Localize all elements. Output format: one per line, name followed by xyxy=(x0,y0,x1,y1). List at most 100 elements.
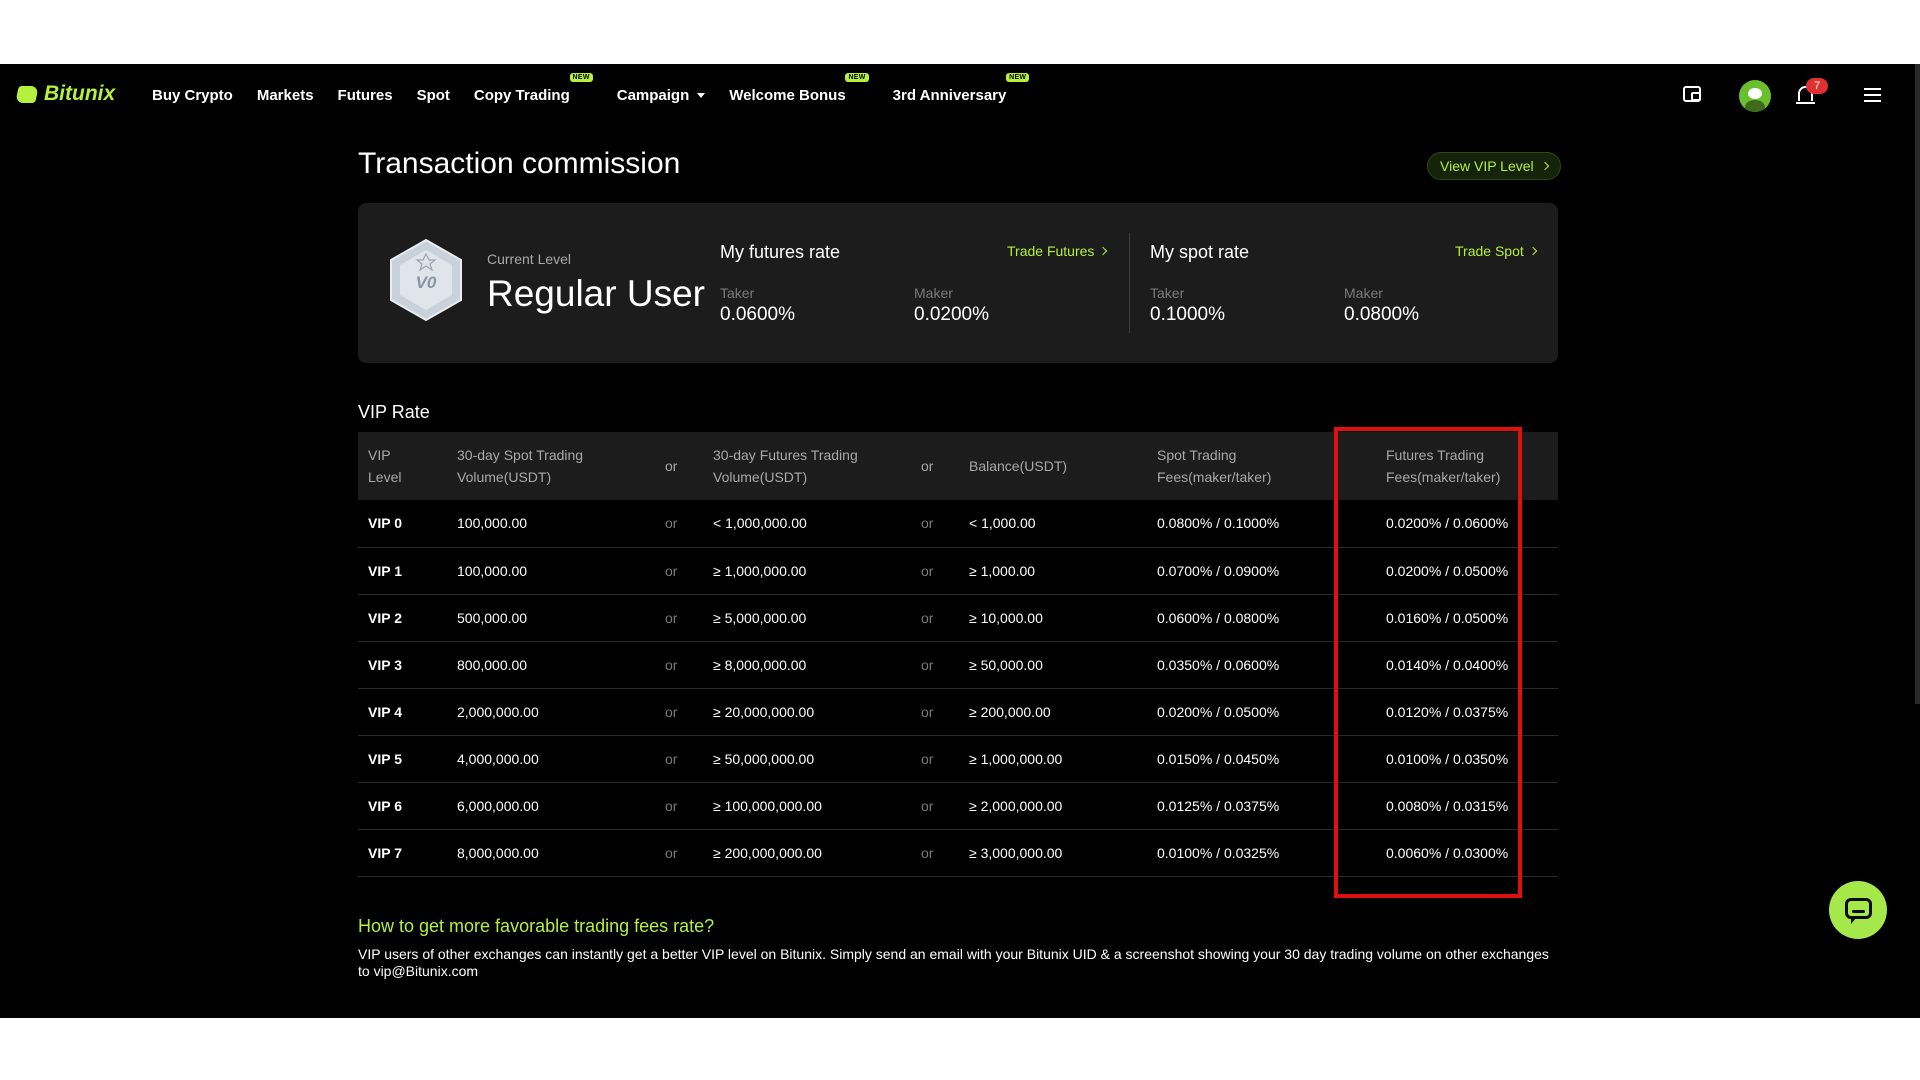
nav-item-buy-crypto[interactable]: Buy Crypto xyxy=(152,87,233,104)
header-futures-fees: Futures Trading Fees(maker/taker) xyxy=(1356,432,1558,500)
badge-text: V0 xyxy=(416,273,437,292)
nav-item-label: Futures xyxy=(337,86,393,104)
nav-item-spot[interactable]: Spot xyxy=(417,87,450,104)
cell-spot-fees: 0.0150% / 0.0450% xyxy=(1147,735,1356,783)
chat-support-button[interactable] xyxy=(1829,881,1887,939)
current-level-label: Current Level xyxy=(487,251,572,267)
futures-taker-value: 0.0600% xyxy=(720,304,796,325)
cell-spot-volume: 800,000.00 xyxy=(447,641,655,689)
cell-spot-fees: 0.0800% / 0.1000% xyxy=(1147,500,1356,548)
cell-or: or xyxy=(655,735,703,783)
new-badge: NEW xyxy=(569,72,593,82)
cell-futures-volume: ≥ 8,000,000.00 xyxy=(703,641,911,689)
trade-spot-link[interactable]: Trade Spot xyxy=(1455,243,1537,259)
scrollbar[interactable] xyxy=(1915,64,1920,704)
cell-or: or xyxy=(655,829,703,877)
my-rate-card: V0 Current Level Regular User My futures… xyxy=(358,203,1558,363)
header-spot-volume: 30-day Spot Trading Volume(USDT) xyxy=(447,432,655,500)
cell-futures-volume: ≥ 20,000,000.00 xyxy=(703,688,911,736)
nav-item-3rd-anniversary[interactable]: 3rd Anniversary NEW xyxy=(892,72,1030,104)
spot-rate-title: My spot rate xyxy=(1150,242,1250,262)
cell-level: VIP 1 xyxy=(358,547,447,595)
table-row: VIP 6 6,000,000.00 or ≥ 100,000,000.00 o… xyxy=(358,782,1558,830)
menu-icon[interactable] xyxy=(1864,88,1881,102)
nav-item-label: Welcome Bonus xyxy=(729,86,846,104)
cell-balance: ≥ 10,000.00 xyxy=(959,594,1147,642)
page-title: Transaction commission xyxy=(358,147,681,180)
nav-item-welcome-bonus[interactable]: Welcome Bonus NEW xyxy=(729,72,869,104)
vip-rate-table: VIP Level 30-day Spot Trading Volume(USDT)… xyxy=(358,432,1558,877)
cell-futures-fees: 0.0200% / 0.0500% xyxy=(1356,547,1558,595)
cell-or: or xyxy=(911,547,959,595)
nav-links: Buy Crypto Markets Futures Spot Copy Tra… xyxy=(152,64,1030,126)
trade-spot-label: Trade Spot xyxy=(1455,243,1524,259)
cell-futures-fees: 0.0140% / 0.0400% xyxy=(1356,641,1558,689)
table-row: VIP 7 8,000,000.00 or ≥ 200,000,000.00 o… xyxy=(358,829,1558,877)
cell-spot-volume: 8,000,000.00 xyxy=(447,829,655,877)
cell-or: or xyxy=(911,782,959,830)
nav-item-futures[interactable]: Futures xyxy=(338,87,393,104)
spot-maker-label: Maker xyxy=(1344,285,1383,301)
nav-item-campaign[interactable]: Campaign xyxy=(617,87,706,104)
cell-spot-volume: 2,000,000.00 xyxy=(447,688,655,736)
tip-title: How to get more favorable trading fees r… xyxy=(358,916,715,936)
cell-balance: ≥ 1,000.00 xyxy=(959,547,1147,595)
cell-level: VIP 2 xyxy=(358,594,447,642)
view-vip-level-button[interactable]: View VIP Level xyxy=(1427,152,1561,180)
cell-futures-fees: 0.0100% / 0.0350% xyxy=(1356,735,1558,783)
cell-or: or xyxy=(655,688,703,736)
table-row: VIP 1 100,000.00 or ≥ 1,000,000.00 or ≥ … xyxy=(358,547,1558,595)
cell-spot-volume: 100,000.00 xyxy=(447,500,655,548)
cell-or: or xyxy=(655,782,703,830)
nav-item-markets[interactable]: Markets xyxy=(257,87,314,104)
nav-item-label: 3rd Anniversary xyxy=(892,86,1007,104)
avatar[interactable] xyxy=(1739,80,1771,112)
cell-futures-volume: ≥ 200,000,000.00 xyxy=(703,829,911,877)
chevron-right-icon xyxy=(1528,246,1537,256)
cell-or: or xyxy=(911,829,959,877)
header-vip-level: VIP Level xyxy=(358,432,447,500)
cell-futures-fees: 0.0060% / 0.0300% xyxy=(1356,829,1558,877)
new-badge: NEW xyxy=(1006,72,1030,82)
cell-balance: ≥ 2,000,000.00 xyxy=(959,782,1147,830)
chat-icon xyxy=(1845,898,1872,924)
cell-balance: ≥ 200,000.00 xyxy=(959,688,1147,736)
cell-futures-volume: < 1,000,000.00 xyxy=(703,500,911,548)
cell-or: or xyxy=(911,641,959,689)
cell-balance: ≥ 50,000.00 xyxy=(959,641,1147,689)
cell-spot-fees: 0.0700% / 0.0900% xyxy=(1147,547,1356,595)
futures-rate-title: My futures rate xyxy=(720,242,841,262)
tip-text: VIP users of other exchanges can instant… xyxy=(358,946,1549,979)
nav-item-label: Markets xyxy=(256,86,314,104)
cell-level: VIP 0 xyxy=(358,500,447,548)
nav-item-copy-trading[interactable]: Copy Trading NEW xyxy=(474,72,593,104)
cell-or: or xyxy=(911,594,959,642)
top-navbar: Bitunix Buy Crypto Markets Futures Spot … xyxy=(0,64,1920,126)
cell-futures-volume: ≥ 5,000,000.00 xyxy=(703,594,911,642)
cell-spot-fees: 0.0125% / 0.0375% xyxy=(1147,782,1356,830)
cell-level: VIP 3 xyxy=(358,641,447,689)
cell-spot-fees: 0.0200% / 0.0500% xyxy=(1147,688,1356,736)
cell-spot-volume: 500,000.00 xyxy=(447,594,655,642)
logo-mark-icon xyxy=(15,85,39,103)
trade-futures-link[interactable]: Trade Futures xyxy=(1007,243,1108,259)
table-header-row: VIP Level 30-day Spot Trading Volume(USDT)… xyxy=(358,432,1558,500)
cell-or: or xyxy=(911,500,959,548)
table-row: VIP 5 4,000,000.00 or ≥ 50,000,000.00 or… xyxy=(358,735,1558,783)
cell-spot-volume: 6,000,000.00 xyxy=(447,782,655,830)
nav-item-label: Spot xyxy=(416,86,450,104)
cell-balance: ≥ 1,000,000.00 xyxy=(959,735,1147,783)
cell-spot-fees: 0.0100% / 0.0325% xyxy=(1147,829,1356,877)
wallet-icon[interactable] xyxy=(1683,86,1701,102)
cell-spot-fees: 0.0600% / 0.0800% xyxy=(1147,594,1356,642)
cell-balance: < 1,000.00 xyxy=(959,500,1147,548)
cell-level: VIP 7 xyxy=(358,829,447,877)
vip-rate-title: VIP Rate xyxy=(358,402,430,422)
cell-futures-fees: 0.0080% / 0.0315% xyxy=(1356,782,1558,830)
cell-futures-volume: ≥ 50,000,000.00 xyxy=(703,735,911,783)
bitunix-logo[interactable]: Bitunix xyxy=(15,82,115,106)
cell-or: or xyxy=(911,688,959,736)
cell-balance: ≥ 3,000,000.00 xyxy=(959,829,1147,877)
cell-level: VIP 4 xyxy=(358,688,447,736)
header-or: or xyxy=(655,432,703,500)
